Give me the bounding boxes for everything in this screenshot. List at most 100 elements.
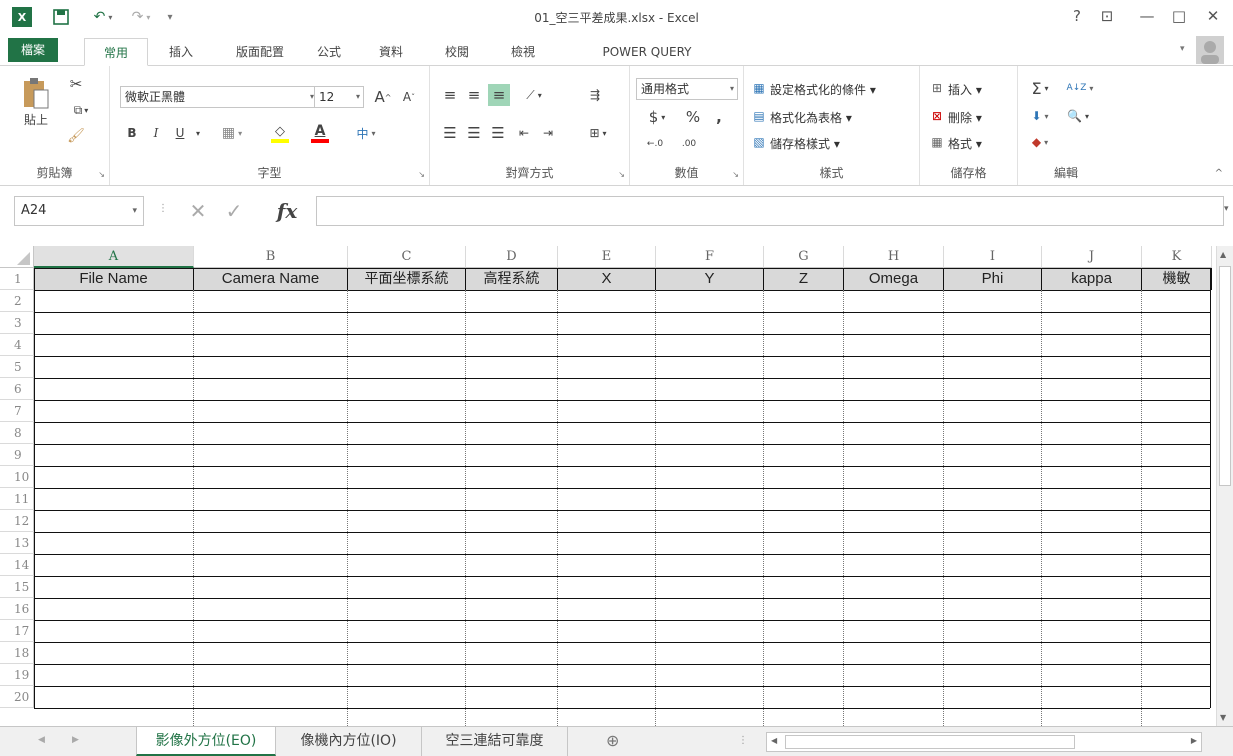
clipboard-launcher-icon[interactable]: ↘ — [98, 170, 105, 179]
scroll-left-icon[interactable]: ◀ — [771, 736, 777, 745]
increase-decimal-button[interactable]: ←.0 — [640, 134, 670, 154]
column-header-b[interactable]: B — [194, 246, 348, 268]
conditional-formatting-button[interactable]: 設定格式化的條件 ▾ — [770, 81, 876, 98]
previous-sheet-icon[interactable]: ◀ — [38, 735, 45, 745]
underline-button[interactable]: U — [170, 122, 190, 144]
column-header-d[interactable]: D — [466, 246, 558, 268]
font-name-dropdown[interactable]: 微軟正黑體 ▾ — [120, 86, 318, 108]
column-header-h[interactable]: H — [844, 246, 944, 268]
row-header-18[interactable]: 18 — [0, 642, 34, 664]
cancel-edit-icon[interactable]: ✕ — [186, 198, 210, 224]
insert-function-icon[interactable]: fx — [270, 196, 304, 226]
scroll-right-icon[interactable]: ▶ — [1191, 736, 1197, 745]
fill-button[interactable]: ⬇ ▾ — [1022, 106, 1058, 126]
select-all-corner[interactable] — [0, 246, 34, 268]
tab-data[interactable]: 資料 — [368, 38, 414, 66]
row-header-15[interactable]: 15 — [0, 576, 34, 598]
scroll-down-icon[interactable]: ▼ — [1220, 713, 1226, 722]
column-header-g[interactable]: G — [764, 246, 844, 268]
horizontal-scroll-thumb[interactable] — [785, 735, 1075, 749]
help-button[interactable]: ? — [1064, 4, 1090, 28]
ribbon-display-options-button[interactable]: ⊡ — [1094, 4, 1120, 28]
insert-cells-button[interactable]: 插入 ▾ — [948, 81, 982, 98]
number-format-dropdown[interactable]: 通用格式 ▾ — [636, 78, 738, 100]
column-header-j[interactable]: J — [1042, 246, 1142, 268]
header-cell-d[interactable]: 高程系統 — [466, 268, 558, 290]
alignment-launcher-icon[interactable]: ↘ — [618, 170, 625, 179]
align-right-icon[interactable]: ☰ — [488, 122, 508, 144]
row-header-4[interactable]: 4 — [0, 334, 34, 356]
decrease-decimal-button[interactable]: .00 — [674, 134, 704, 154]
header-cell-h[interactable]: Omega — [844, 268, 944, 290]
merge-center-button[interactable]: ⊞ ▾ — [580, 122, 616, 144]
row-header-10[interactable]: 10 — [0, 466, 34, 488]
header-cell-k[interactable]: 機敏 — [1142, 268, 1212, 290]
row-header-13[interactable]: 13 — [0, 532, 34, 554]
sort-filter-button[interactable]: A↓Z ▾ — [1060, 78, 1100, 98]
column-header-k[interactable]: K — [1142, 246, 1212, 268]
orientation-button[interactable]: ⟋ ▾ — [516, 84, 552, 106]
expand-formula-bar-icon[interactable]: ▾ — [1224, 204, 1229, 214]
decrease-font-size-button[interactable]: Aˇ — [398, 86, 420, 108]
maximize-button[interactable]: □ — [1166, 4, 1192, 28]
worksheet-grid[interactable]: ABCDEFGHIJK 1 2 3 4 5 6 7 8 9 10 11 12 13 14 15 16 17 18 1… — [0, 246, 1233, 726]
header-cell-b[interactable]: Camera Name — [194, 268, 348, 290]
add-sheet-icon[interactable]: ⊕ — [606, 731, 619, 750]
minimize-button[interactable]: — — [1134, 4, 1160, 28]
top-align-icon[interactable]: ≡ — [440, 84, 460, 106]
percent-style-button[interactable]: % — [682, 106, 704, 128]
wrap-text-icon[interactable]: ⇶ — [584, 84, 606, 106]
row-header-6[interactable]: 6 — [0, 378, 34, 400]
cell-styles-button[interactable]: 儲存格樣式 ▾ — [770, 135, 840, 152]
header-cell-i[interactable]: Phi — [944, 268, 1042, 290]
format-as-table-button[interactable]: 格式化為表格 ▾ — [770, 109, 852, 126]
close-button[interactable]: ✕ — [1200, 4, 1226, 28]
header-cell-c[interactable]: 平面坐標系統 — [348, 268, 466, 290]
row-header-19[interactable]: 19 — [0, 664, 34, 686]
borders-button[interactable]: ▦ ▾ — [214, 122, 250, 144]
column-header-e[interactable]: E — [558, 246, 656, 268]
bold-button[interactable]: B — [122, 122, 142, 144]
italic-button[interactable]: I — [146, 122, 166, 144]
row-header-5[interactable]: 5 — [0, 356, 34, 378]
row-header-1[interactable]: 1 — [0, 268, 34, 290]
header-cell-a[interactable]: File Name — [34, 268, 194, 290]
horizontal-scrollbar[interactable]: ◀ ▶ — [766, 732, 1202, 752]
scroll-up-icon[interactable]: ▲ — [1220, 250, 1226, 259]
column-header-c[interactable]: C — [348, 246, 466, 268]
confirm-edit-icon[interactable]: ✓ — [222, 198, 246, 224]
name-box[interactable]: A24 ▾ — [14, 196, 144, 226]
row-header-8[interactable]: 8 — [0, 422, 34, 444]
tab-insert[interactable]: 插入 — [158, 38, 204, 66]
row-header-11[interactable]: 11 — [0, 488, 34, 510]
row-header-20[interactable]: 20 — [0, 686, 34, 708]
tab-review[interactable]: 校閱 — [434, 38, 480, 66]
align-center-icon[interactable]: ☰ — [464, 122, 484, 144]
collapse-ribbon-icon[interactable]: ^ — [1215, 168, 1223, 179]
sheet-tab-eo[interactable]: 影像外方位(EO) — [136, 727, 276, 756]
row-header-17[interactable]: 17 — [0, 620, 34, 642]
font-color-button[interactable]: A — [302, 120, 338, 146]
formula-input[interactable] — [316, 196, 1224, 226]
autosum-button[interactable]: Σ ▾ — [1022, 78, 1058, 98]
account-dropdown-icon[interactable]: ▾ — [1180, 44, 1185, 54]
header-cell-e[interactable]: X — [558, 268, 656, 290]
row-header-2[interactable]: 2 — [0, 290, 34, 312]
sheet-tab-tie-reliability[interactable]: 空三連結可靠度 — [422, 727, 568, 756]
copy-icon[interactable]: ⧉ ▾ — [64, 100, 98, 120]
tab-power-query[interactable]: POWER QUERY — [572, 38, 722, 66]
find-select-button[interactable]: 🔍 ▾ — [1060, 106, 1096, 126]
row-header-7[interactable]: 7 — [0, 400, 34, 422]
column-header-a[interactable]: A — [34, 246, 194, 268]
align-left-icon[interactable]: ☰ — [440, 122, 460, 144]
column-header-i[interactable]: I — [944, 246, 1042, 268]
row-header-14[interactable]: 14 — [0, 554, 34, 576]
delete-cells-button[interactable]: 刪除 ▾ — [948, 109, 982, 126]
middle-align-icon[interactable]: ≡ — [464, 84, 484, 106]
user-avatar[interactable] — [1196, 36, 1224, 64]
font-size-dropdown[interactable]: 12 ▾ — [314, 86, 364, 108]
header-cell-j[interactable]: kappa — [1042, 268, 1142, 290]
column-header-f[interactable]: F — [656, 246, 764, 268]
header-cell-f[interactable]: Y — [656, 268, 764, 290]
fill-color-button[interactable]: ◇ — [262, 120, 298, 146]
